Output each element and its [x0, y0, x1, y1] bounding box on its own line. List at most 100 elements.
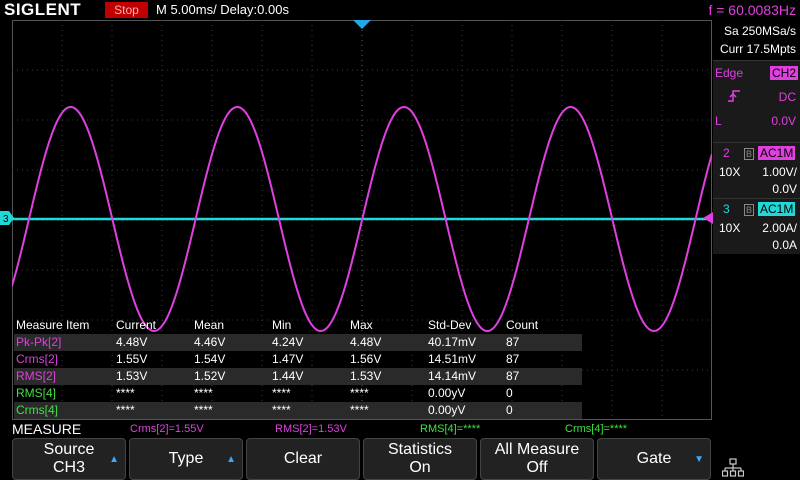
source-softkey[interactable]: Source CH3 ▲ — [12, 438, 126, 480]
measure-cell-stddev: 14.14mV — [428, 369, 477, 383]
table-row: RMS[4] **** **** **** **** 0.00yV 0 — [14, 385, 582, 402]
measure-cell-current: **** — [116, 403, 135, 417]
measure-cell-item: RMS[4] — [16, 386, 57, 400]
header-measure-item: Measure Item — [16, 318, 90, 332]
measure-cell-mean: 1.54V — [194, 352, 226, 366]
measure-cell-count: 0 — [506, 403, 513, 417]
clear-softkey[interactable]: Clear — [246, 438, 360, 480]
measure-cell-min: 1.44V — [272, 369, 304, 383]
trigger-level: 0.0V — [771, 114, 796, 128]
measure-cell-current: 1.55V — [116, 352, 148, 366]
measure-menu-title: MEASURE — [12, 421, 82, 437]
measure-cell-max: **** — [350, 403, 369, 417]
gate-softkey[interactable]: Gate ▼ — [597, 438, 711, 480]
ch2-bandwidth-limit-badge: B — [744, 148, 754, 160]
measure-cell-item: Crms[4] — [16, 403, 58, 417]
softkey-label: All Measure — [494, 441, 580, 458]
measure-cell-stddev: 40.17mV — [428, 335, 477, 349]
measure-cell-mean: **** — [194, 403, 213, 417]
ch3-coupling-badge: AC1M — [758, 202, 796, 216]
table-row: Crms[2] 1.55V 1.54V 1.47V 1.56V 14.51mV 87 — [14, 351, 582, 368]
measure-cell-current: 4.48V — [116, 335, 148, 349]
measure-cell-min: **** — [272, 386, 291, 400]
ch2-coupling-badge: AC1M — [758, 146, 796, 160]
softkey-value: Off — [526, 459, 548, 476]
brand-logo: SIGLENT — [4, 0, 82, 19]
rising-edge-icon — [728, 90, 740, 102]
measure-cell-current: **** — [116, 386, 135, 400]
softkey-label: Clear — [283, 450, 323, 467]
measure-cell-count: 87 — [506, 352, 520, 366]
measure-cell-max: 4.48V — [350, 335, 382, 349]
measure-cell-item: Crms[2] — [16, 352, 58, 366]
ch3-offset-marker-icon[interactable]: 3 — [0, 211, 14, 225]
table-row: RMS[2] 1.53V 1.52V 1.44V 1.53V 14.14mV 87 — [14, 368, 582, 385]
measure-cell-max: 1.53V — [350, 369, 382, 383]
trigger-level-label: L — [715, 114, 722, 128]
measure-statistics-table: Measure Item Current Mean Min Max Std-De… — [14, 317, 582, 419]
measure-cell-mean: 4.46V — [194, 335, 226, 349]
ch2-scale: 1.00V/ — [762, 165, 797, 179]
measure-cell-item: RMS[2] — [16, 369, 57, 383]
measure-cell-max: 1.56V — [350, 352, 382, 366]
measure-cell-item: Pk-Pk[2] — [16, 335, 62, 349]
table-header-row: Measure Item Current Mean Min Max Std-De… — [14, 317, 582, 334]
measure-cell-stddev: 0.00yV — [428, 403, 466, 417]
measure-summary-item: RMS[4]=**** — [420, 423, 481, 435]
ch3-probe: 10X — [719, 221, 741, 235]
measure-summary-item: Crms[4]=**** — [565, 423, 628, 435]
memory-depth: Curr 17.5Mpts — [719, 42, 796, 56]
ch2-number: 2 — [723, 146, 730, 160]
down-arrow-icon: ▼ — [694, 454, 704, 465]
measure-cell-stddev: 14.51mV — [428, 352, 477, 366]
sample-rate: Sa 250MSa/s — [723, 24, 796, 38]
timebase-readout[interactable]: M 5.00ms/ Delay:0.00s — [156, 1, 289, 19]
right-info-panel: Sa 250MSa/s Curr 17.5Mpts Edge CH2 DC L … — [713, 20, 800, 420]
header-count: Count — [506, 318, 539, 332]
ch3-scale: 2.00A/ — [762, 221, 797, 235]
ch3-bandwidth-limit-badge: B — [744, 204, 754, 216]
measure-cell-stddev: 0.00yV — [428, 386, 466, 400]
measure-cell-current: 1.53V — [116, 369, 148, 383]
measure-cell-max: **** — [350, 386, 369, 400]
softkey-label: Statistics — [387, 441, 452, 458]
trigger-source-badge: CH2 — [769, 66, 798, 80]
ch2-probe: 10X — [719, 165, 741, 179]
header-current: Current — [116, 318, 157, 332]
measure-cell-min: 1.47V — [272, 352, 304, 366]
top-status-bar: SIGLENT Stop M 5.00ms/ Delay:0.00s f = 6… — [0, 0, 800, 20]
trigger-delay-marker-icon — [353, 20, 371, 29]
table-row: Pk-Pk[2] 4.48V 4.46V 4.24V 4.48V 40.17mV 87 — [14, 334, 582, 351]
ch3-info-panel[interactable]: 3 B AC1M 10X 2.00A/ 0.0A — [713, 198, 800, 254]
trigger-coupling: DC — [778, 90, 796, 104]
softkey-value: On — [409, 459, 431, 476]
up-arrow-icon: ▲ — [226, 454, 236, 465]
ch2-offset: 0.0V — [772, 182, 797, 196]
measure-summary-item: RMS[2]=1.53V — [275, 423, 347, 435]
statistics-softkey[interactable]: Statistics On — [363, 438, 477, 480]
measure-summary-bar: MEASURE Crms[2]=1.55V RMS[2]=1.53V RMS[4… — [0, 420, 800, 438]
measure-summary-item: Crms[2]=1.55V — [130, 423, 204, 435]
measure-cell-mean: **** — [194, 386, 213, 400]
frequency-counter: f = 60.0083Hz — [708, 2, 796, 18]
measure-cell-count: 87 — [506, 369, 520, 383]
softkey-menu: Source CH3 ▲ Type ▲ Clear Statistics On … — [10, 438, 800, 480]
header-max: Max — [350, 318, 373, 332]
ch2-info-panel[interactable]: 2 B AC1M 10X 1.00V/ 0.0V — [713, 142, 800, 198]
up-arrow-icon: ▲ — [109, 454, 119, 465]
ch3-offset: 0.0A — [772, 238, 797, 252]
measure-cell-count: 0 — [506, 386, 513, 400]
measure-cell-min: 4.24V — [272, 335, 304, 349]
header-mean: Mean — [194, 318, 225, 332]
measure-cell-count: 87 — [506, 335, 520, 349]
network-icon[interactable] — [722, 458, 744, 478]
all-measure-softkey[interactable]: All Measure Off — [480, 438, 594, 480]
ch3-marker-label: 3 — [3, 214, 9, 225]
measure-cell-mean: 1.52V — [194, 369, 226, 383]
ch3-number: 3 — [723, 202, 730, 216]
run-stop-badge[interactable]: Stop — [105, 2, 148, 18]
table-row: Crms[4] **** **** **** **** 0.00yV 0 — [14, 402, 582, 419]
trigger-level-marker-icon[interactable] — [703, 212, 713, 224]
type-softkey[interactable]: Type ▲ — [129, 438, 243, 480]
header-min: Min — [272, 318, 292, 332]
